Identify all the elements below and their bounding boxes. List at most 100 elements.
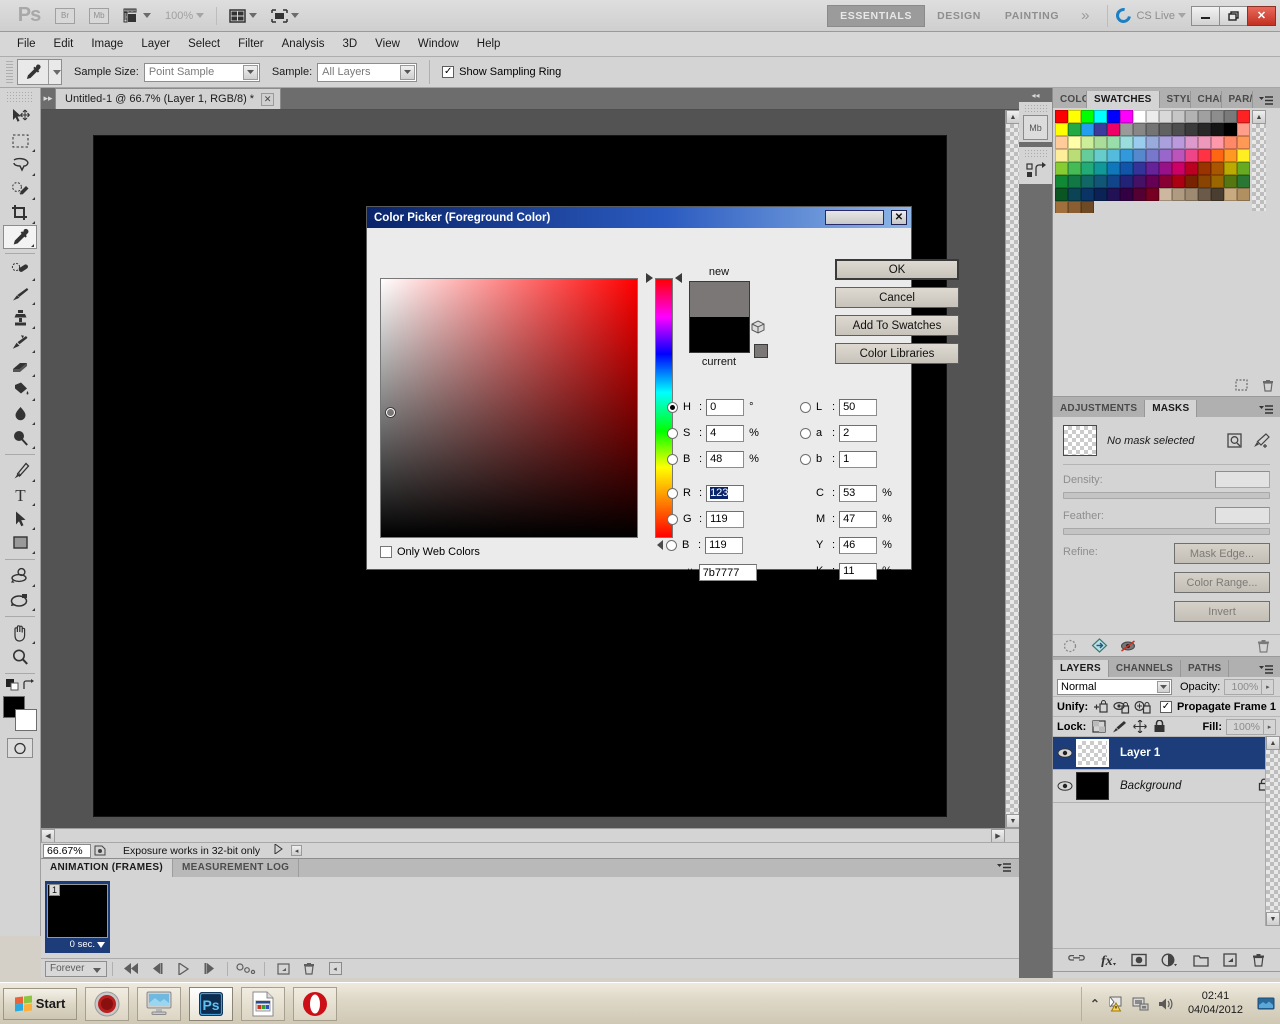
network-warning-icon[interactable]: [1107, 995, 1125, 1012]
scroll-down-button[interactable]: ▼: [1266, 912, 1280, 926]
tab-styles[interactable]: STYL: [1160, 91, 1191, 108]
lab-b-input[interactable]: 1: [839, 450, 878, 468]
color-field-marker[interactable]: [386, 408, 396, 418]
layer-row-background[interactable]: Background: [1053, 770, 1280, 803]
clock[interactable]: 02:41 04/04/2012: [1188, 990, 1243, 1018]
swatch-cell[interactable]: [1120, 162, 1133, 175]
only-web-colors-checkbox[interactable]: Only Web Colors: [380, 546, 480, 558]
color-picker-dialog[interactable]: Color Picker (Foreground Color) ✕ Only W…: [366, 206, 959, 581]
swatch-cell[interactable]: [1146, 123, 1159, 136]
tool-gradient[interactable]: [3, 378, 37, 402]
select-first-frame-button[interactable]: [118, 960, 144, 978]
lightness-input[interactable]: 50: [839, 398, 878, 416]
swatch-cell[interactable]: [1120, 136, 1133, 149]
menu-3d[interactable]: 3D: [333, 35, 366, 53]
status-expand-icon[interactable]: [274, 843, 284, 857]
swatch-cell[interactable]: [1211, 110, 1224, 123]
swatch-cell[interactable]: [1146, 136, 1159, 149]
scroll-up-button[interactable]: ▲: [1252, 110, 1266, 124]
swatch-cell[interactable]: [1107, 136, 1120, 149]
swatch-cell[interactable]: [1120, 123, 1133, 136]
swatch-cell[interactable]: [1081, 123, 1094, 136]
swatch-cell[interactable]: [1107, 149, 1120, 162]
delete-swatch-icon[interactable]: [1262, 379, 1274, 392]
swatch-cell[interactable]: [1172, 149, 1185, 162]
swatch-cell[interactable]: [1120, 175, 1133, 188]
current-tool-preset[interactable]: [17, 59, 62, 85]
saturation-input[interactable]: 4: [706, 424, 745, 442]
swatches-panel-menu-button[interactable]: [1259, 96, 1280, 108]
taskbar-record-item[interactable]: [85, 986, 129, 1021]
tab-channels[interactable]: CHANNELS: [1109, 660, 1182, 677]
volume-icon[interactable]: [1157, 996, 1175, 1012]
options-bar-grip[interactable]: [6, 61, 13, 83]
blue-radio[interactable]: [666, 539, 677, 551]
density-input[interactable]: [1215, 471, 1270, 488]
swatch-cell[interactable]: [1159, 136, 1172, 149]
arrange-documents-button[interactable]: [225, 4, 261, 28]
red-radio[interactable]: [667, 487, 678, 499]
swatch-cell[interactable]: [1107, 162, 1120, 175]
lock-image-icon[interactable]: [1112, 720, 1127, 733]
swatch-cell[interactable]: [1185, 175, 1198, 188]
swatch-cell[interactable]: [1237, 149, 1250, 162]
swatch-cell[interactable]: [1055, 188, 1068, 201]
swatch-cell[interactable]: [1107, 175, 1120, 188]
swatch-cell[interactable]: [1081, 175, 1094, 188]
scroll-up-button[interactable]: ▲: [1266, 736, 1280, 750]
tool-preset-dropdown[interactable]: [48, 60, 61, 84]
tabstrip-grip[interactable]: ▸▸: [41, 87, 55, 109]
blend-mode-select[interactable]: Normal: [1057, 678, 1172, 695]
workspace-essentials[interactable]: ESSENTIALS: [827, 4, 926, 27]
swatch-cell[interactable]: [1185, 149, 1198, 162]
color-range-button[interactable]: Color Range...: [1174, 572, 1270, 593]
swatch-cell[interactable]: [1211, 136, 1224, 149]
swatch-cell[interactable]: [1081, 149, 1094, 162]
propagate-frame-checkbox[interactable]: ✓ Propagate Frame 1: [1159, 700, 1276, 713]
swatch-cell[interactable]: [1146, 149, 1159, 162]
lock-position-icon[interactable]: [1133, 720, 1148, 733]
tab-paragraph[interactable]: PAR/: [1222, 91, 1253, 108]
swatch-cell[interactable]: [1133, 162, 1146, 175]
swatch-cell[interactable]: [1068, 136, 1081, 149]
new-group-icon[interactable]: [1193, 954, 1209, 967]
zoom-percentage-input[interactable]: 66.67%: [43, 843, 91, 858]
swatch-cell[interactable]: [1146, 162, 1159, 175]
canvas-horizontal-scrollbar[interactable]: ◀ ▶: [41, 828, 1019, 843]
invert-button[interactable]: Invert: [1174, 601, 1270, 622]
tab-layers[interactable]: LAYERS: [1053, 660, 1109, 677]
load-selection-icon[interactable]: [1063, 639, 1077, 653]
swatch-cell[interactable]: [1146, 175, 1159, 188]
network-icon[interactable]: [1132, 996, 1150, 1012]
menu-file[interactable]: File: [8, 35, 45, 53]
tools-panel-grip[interactable]: [6, 91, 34, 103]
swatch-cell[interactable]: [1172, 162, 1185, 175]
tool-path-selection[interactable]: [3, 507, 37, 531]
select-next-frame-button[interactable]: [196, 960, 222, 978]
taskbar-opera-item[interactable]: [293, 986, 337, 1021]
launch-mini-bridge-button[interactable]: Mb: [85, 4, 113, 28]
layer-name[interactable]: Layer 1: [1120, 747, 1160, 759]
swatch-cell[interactable]: [1198, 162, 1211, 175]
swatch-cell[interactable]: [1198, 136, 1211, 149]
tool-rectangular-marquee[interactable]: [3, 129, 37, 153]
layer-style-icon[interactable]: fx: [1100, 953, 1117, 967]
tool-lasso[interactable]: [3, 153, 37, 177]
dock-grip[interactable]: [1024, 149, 1047, 158]
saturation-brightness-field[interactable]: [380, 278, 638, 538]
zoom-level-display[interactable]: 100%: [161, 4, 208, 28]
swatch-cell[interactable]: [1211, 123, 1224, 136]
swatch-cell[interactable]: [1224, 175, 1237, 188]
lab-b-radio[interactable]: [800, 453, 811, 465]
swatch-cell[interactable]: [1211, 175, 1224, 188]
delete-mask-icon[interactable]: [1257, 639, 1270, 653]
swatch-cell[interactable]: [1133, 175, 1146, 188]
swatch-cell[interactable]: [1081, 110, 1094, 123]
collapse-panels-button[interactable]: ◂◂: [1019, 88, 1052, 102]
status-options-icon[interactable]: [91, 844, 109, 858]
lightness-radio[interactable]: [800, 401, 811, 413]
swatch-cell[interactable]: [1055, 123, 1068, 136]
swatch-cell[interactable]: [1185, 162, 1198, 175]
background-color-swatch[interactable]: [15, 709, 37, 731]
scroll-up-button[interactable]: ▲: [1006, 110, 1020, 124]
